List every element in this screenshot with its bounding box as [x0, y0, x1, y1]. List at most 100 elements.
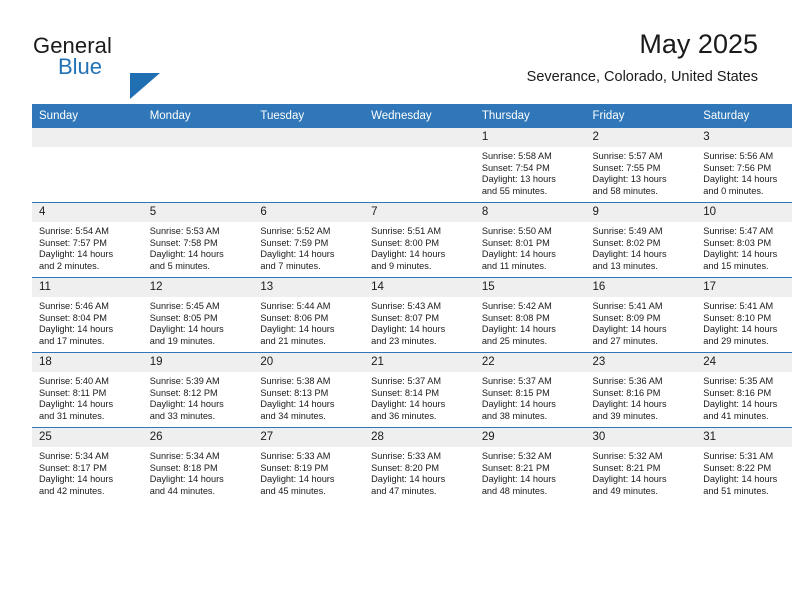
day-details: Sunrise: 5:46 AM Sunset: 8:04 PM Daylight:…: [32, 297, 143, 347]
daylight-text-line2: and 19 minutes.: [149, 335, 216, 346]
daylight-text-line1: Daylight: 14 hours: [39, 399, 114, 410]
calendar-day-cell[interactable]: 20 Sunrise: 5:38 AM Sunset: 8:13 PM Dayligh…: [253, 352, 365, 428]
brand-logo[interactable]: General Blue: [33, 33, 213, 99]
daylight-text-line1: Daylight: 14 hours: [260, 324, 335, 335]
day-number: [32, 128, 143, 147]
day-number: 14: [364, 278, 475, 297]
weekday-header-tuesday: Tuesday: [253, 104, 365, 128]
calendar-week-row: 18 Sunrise: 5:40 AM Sunset: 8:11 PM Dayligh…: [32, 352, 792, 428]
calendar-header-row: Sunday Monday Tuesday Wednesday Thursday…: [32, 104, 792, 128]
calendar-page: General Blue May 2025 Severance, Colorad…: [0, 0, 792, 612]
calendar-week-row: 11 Sunrise: 5:46 AM Sunset: 8:04 PM Dayligh…: [32, 277, 792, 353]
day-number: 21: [364, 353, 475, 372]
day-details: Sunrise: 5:35 AM Sunset: 8:16 PM Daylight:…: [696, 372, 792, 422]
calendar-day-cell[interactable]: 21 Sunrise: 5:37 AM Sunset: 8:14 PM Dayligh…: [364, 352, 475, 428]
daylight-text-line2: and 36 minutes.: [371, 410, 437, 421]
calendar-day-cell[interactable]: 1 Sunrise: 5:58 AM Sunset: 7:54 PM Daylight…: [474, 128, 586, 203]
calendar-day-cell[interactable]: 3 Sunrise: 5:56 AM Sunset: 7:56 PM Daylight…: [696, 128, 792, 203]
calendar-day-cell[interactable]: 29 Sunrise: 5:32 AM Sunset: 8:21 PM Dayligh…: [474, 427, 586, 502]
daylight-text-line2: and 5 minutes.: [149, 260, 210, 271]
calendar-day-cell[interactable]: 9 Sunrise: 5:49 AM Sunset: 8:02 PM Daylight…: [585, 202, 697, 278]
daylight-text-line2: and 23 minutes.: [371, 335, 437, 346]
sunrise-text: Sunrise: 5:33 AM: [260, 451, 331, 461]
daylight-text-line2: and 55 minutes.: [481, 185, 548, 196]
calendar-day-cell[interactable]: 25 Sunrise: 5:34 AM Sunset: 8:17 PM Dayligh…: [32, 427, 143, 502]
sunset-text: Sunset: 8:20 PM: [371, 462, 440, 473]
daylight-text-line1: Daylight: 14 hours: [260, 249, 335, 260]
day-details: Sunrise: 5:36 AM Sunset: 8:16 PM Daylight:…: [586, 372, 697, 422]
daylight-text-line1: Daylight: 14 hours: [371, 324, 446, 335]
weekday-header-wednesday: Wednesday: [364, 104, 475, 128]
daylight-text-line2: and 38 minutes.: [481, 410, 548, 421]
sunset-text: Sunset: 8:04 PM: [39, 312, 107, 323]
day-number: 15: [474, 278, 586, 297]
calendar-day-cell[interactable]: 8 Sunrise: 5:50 AM Sunset: 8:01 PM Daylight…: [474, 202, 586, 278]
weekday-header-saturday: Saturday: [696, 104, 792, 128]
calendar-day-cell[interactable]: 31 Sunrise: 5:31 AM Sunset: 8:22 PM Dayligh…: [696, 427, 792, 502]
calendar-day-cell[interactable]: 11 Sunrise: 5:46 AM Sunset: 8:04 PM Dayligh…: [32, 277, 143, 353]
sunset-text: Sunset: 8:02 PM: [592, 237, 661, 248]
day-number: 24: [696, 353, 792, 372]
sunset-text: Sunset: 8:19 PM: [260, 462, 329, 473]
calendar-cell-empty: [142, 128, 254, 203]
calendar-day-cell[interactable]: 7 Sunrise: 5:51 AM Sunset: 8:00 PM Daylight…: [364, 202, 475, 278]
calendar-day-cell[interactable]: 27 Sunrise: 5:33 AM Sunset: 8:19 PM Dayligh…: [253, 427, 365, 502]
calendar-day-cell[interactable]: 19 Sunrise: 5:39 AM Sunset: 8:12 PM Dayligh…: [142, 352, 254, 428]
day-number: [142, 128, 254, 147]
daylight-text-line1: Daylight: 14 hours: [260, 399, 335, 410]
calendar-week-row: 25 Sunrise: 5:34 AM Sunset: 8:17 PM Dayligh…: [32, 427, 792, 502]
calendar-day-cell[interactable]: 23 Sunrise: 5:36 AM Sunset: 8:16 PM Dayligh…: [585, 352, 697, 428]
calendar-day-cell[interactable]: 26 Sunrise: 5:34 AM Sunset: 8:18 PM Dayligh…: [142, 427, 254, 502]
day-number: 1: [474, 128, 586, 147]
daylight-text-line1: Daylight: 14 hours: [703, 399, 778, 410]
calendar-day-cell[interactable]: 6 Sunrise: 5:52 AM Sunset: 7:59 PM Daylight…: [253, 202, 365, 278]
sunrise-text: Sunrise: 5:52 AM: [260, 226, 331, 236]
calendar-day-cell[interactable]: 2 Sunrise: 5:57 AM Sunset: 7:55 PM Daylight…: [585, 128, 697, 203]
calendar-day-cell[interactable]: 13 Sunrise: 5:44 AM Sunset: 8:06 PM Dayligh…: [253, 277, 365, 353]
day-details: Sunrise: 5:57 AM Sunset: 7:55 PM Daylight:…: [586, 147, 697, 197]
sunrise-text: Sunrise: 5:50 AM: [481, 226, 552, 236]
day-number: 17: [696, 278, 792, 297]
sunrise-text: Sunrise: 5:54 AM: [39, 226, 109, 236]
daylight-text-line2: and 25 minutes.: [481, 335, 548, 346]
daylight-text-line2: and 29 minutes.: [703, 335, 769, 346]
calendar-day-cell[interactable]: 24 Sunrise: 5:35 AM Sunset: 8:16 PM Dayligh…: [696, 352, 792, 428]
calendar-day-cell[interactable]: 14 Sunrise: 5:43 AM Sunset: 8:07 PM Dayligh…: [364, 277, 475, 353]
sunrise-text: Sunrise: 5:34 AM: [39, 451, 109, 461]
calendar-day-cell[interactable]: 4 Sunrise: 5:54 AM Sunset: 7:57 PM Daylight…: [32, 202, 143, 278]
calendar-cell-empty: [364, 128, 475, 203]
calendar-day-cell[interactable]: 12 Sunrise: 5:45 AM Sunset: 8:05 PM Dayligh…: [142, 277, 254, 353]
calendar-day-cell[interactable]: 18 Sunrise: 5:40 AM Sunset: 8:11 PM Dayligh…: [32, 352, 143, 428]
day-number: 9: [585, 203, 697, 222]
calendar-day-cell[interactable]: 16 Sunrise: 5:41 AM Sunset: 8:09 PM Dayligh…: [585, 277, 697, 353]
daylight-text-line2: and 42 minutes.: [39, 485, 105, 496]
day-number: 23: [585, 353, 697, 372]
calendar-day-cell[interactable]: 28 Sunrise: 5:33 AM Sunset: 8:20 PM Dayligh…: [364, 427, 475, 502]
calendar-day-cell[interactable]: 10 Sunrise: 5:47 AM Sunset: 8:03 PM Dayligh…: [696, 202, 792, 278]
sunset-text: Sunset: 7:56 PM: [703, 162, 772, 173]
day-details: Sunrise: 5:51 AM Sunset: 8:00 PM Daylight:…: [364, 222, 475, 272]
day-details: Sunrise: 5:32 AM Sunset: 8:21 PM Daylight:…: [475, 447, 586, 497]
sunrise-text: Sunrise: 5:43 AM: [371, 301, 442, 311]
calendar-day-cell[interactable]: 17 Sunrise: 5:41 AM Sunset: 8:10 PM Dayligh…: [696, 277, 792, 353]
sunset-text: Sunset: 8:21 PM: [481, 462, 550, 473]
sunrise-text: Sunrise: 5:44 AM: [260, 301, 331, 311]
calendar-day-cell[interactable]: 15 Sunrise: 5:42 AM Sunset: 8:08 PM Dayligh…: [474, 277, 586, 353]
calendar-day-cell[interactable]: 22 Sunrise: 5:37 AM Sunset: 8:15 PM Dayligh…: [474, 352, 586, 428]
calendar-week-row: 1 Sunrise: 5:58 AM Sunset: 7:54 PM Daylight…: [32, 128, 792, 203]
daylight-text-line1: Daylight: 14 hours: [39, 324, 114, 335]
calendar-day-cell[interactable]: 30 Sunrise: 5:32 AM Sunset: 8:21 PM Dayligh…: [585, 427, 697, 502]
day-details: Sunrise: 5:58 AM Sunset: 7:54 PM Daylight:…: [475, 147, 586, 197]
sunset-text: Sunset: 7:57 PM: [39, 237, 107, 248]
sunrise-text: Sunrise: 5:49 AM: [592, 226, 663, 236]
daylight-text-line2: and 45 minutes.: [260, 485, 326, 496]
daylight-text-line2: and 15 minutes.: [703, 260, 769, 271]
sunset-text: Sunset: 8:08 PM: [481, 312, 550, 323]
calendar-day-cell[interactable]: 5 Sunrise: 5:53 AM Sunset: 7:58 PM Daylight…: [142, 202, 254, 278]
daylight-text-line1: Daylight: 14 hours: [703, 474, 778, 485]
day-number: 11: [32, 278, 143, 297]
daylight-text-line1: Daylight: 14 hours: [371, 399, 446, 410]
daylight-text-line1: Daylight: 14 hours: [371, 474, 446, 485]
day-details: Sunrise: 5:49 AM Sunset: 8:02 PM Daylight:…: [586, 222, 697, 272]
daylight-text-line2: and 44 minutes.: [149, 485, 216, 496]
